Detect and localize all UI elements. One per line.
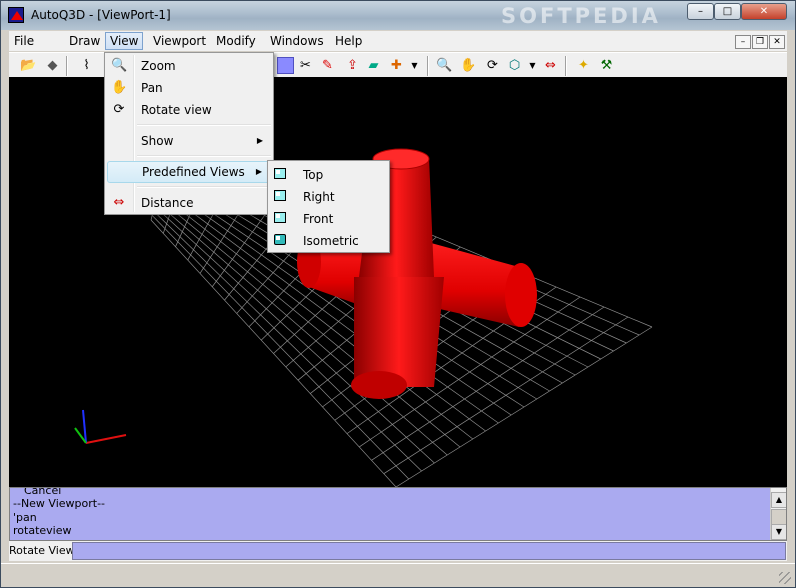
view-menu-dropdown: 🔍 Zoom ✋ Pan ⟳ Rotate view Show ▶ Predef… (104, 52, 274, 215)
submenu-item-label: Isometric (303, 234, 359, 248)
chevron-down-icon[interactable]: ▼ (406, 57, 423, 74)
menu-item-label: Show (141, 134, 174, 148)
distance-icon: ⇔ (113, 195, 125, 210)
toolbar-separator (427, 56, 429, 76)
cube-front-icon (274, 212, 288, 226)
submenu-item-front[interactable]: Front (270, 208, 387, 230)
command-prompt-bar: Rotate View: (9, 541, 787, 561)
right-arm-cap (505, 263, 537, 327)
menu-item-label: Rotate view (141, 103, 212, 117)
minimize-button[interactable]: – (687, 3, 714, 20)
submenu-item-label: Front (303, 212, 334, 226)
cube-top-icon (274, 168, 288, 182)
menu-help[interactable]: Help (331, 32, 366, 50)
watermark: SOFTPEDIA (501, 4, 661, 28)
transform-icon[interactable]: ✚ (388, 57, 405, 74)
mdi-restore-button[interactable]: ❐ (752, 35, 768, 49)
menu-item-label: Predefined Views (142, 165, 245, 179)
menu-item-show[interactable]: Show ▶ (107, 130, 271, 152)
menu-file[interactable]: File (10, 32, 38, 50)
history-line: 'pan (13, 511, 37, 524)
command-history[interactable]: Cancel --New Viewport-- 'pan rotateview … (9, 487, 787, 541)
menu-separator (137, 186, 271, 188)
menu-viewport[interactable]: Viewport (149, 32, 210, 50)
distance-icon[interactable]: ⇔ (542, 57, 559, 74)
color-swatch-icon[interactable] (277, 57, 294, 74)
menu-windows[interactable]: Windows (266, 32, 328, 50)
menu-item-label: Zoom (141, 59, 176, 73)
submenu-item-label: Top (303, 168, 324, 182)
app-logo-icon (8, 7, 24, 23)
menu-item-zoom[interactable]: 🔍 Zoom (107, 55, 271, 77)
predefined-views-submenu: Top Right Front Isometric (267, 160, 390, 253)
scissors-icon[interactable]: ✂ (297, 57, 314, 74)
menu-draw[interactable]: Draw (65, 32, 104, 50)
bottom-arm-cap (351, 371, 407, 399)
settings-icon[interactable]: ⚒ (598, 57, 615, 74)
mdi-controls: – ❐ ✕ (734, 33, 785, 49)
cube-isometric-icon (274, 234, 288, 248)
move-icon[interactable]: ⇪ (344, 57, 361, 74)
title-bar: AutoQ3D - [ViewPort-1] SOFTPEDIA – □ ✕ (1, 1, 795, 30)
zoom-icon[interactable]: 🔍 (436, 57, 453, 74)
cube-view-icon[interactable]: ⬡ (506, 57, 523, 74)
rotate-view-icon: ⟳ (113, 102, 125, 117)
menu-separator (137, 155, 271, 157)
menu-item-label: Pan (141, 81, 163, 95)
scroll-down-icon[interactable]: ▼ (771, 524, 786, 540)
pan-hand-icon[interactable]: ✋ (460, 57, 477, 74)
window-title: AutoQ3D - [ViewPort-1] (31, 8, 171, 22)
polyline-icon[interactable]: ⌇ (78, 57, 95, 74)
close-button[interactable]: ✕ (741, 3, 787, 20)
bottom-arm (354, 277, 444, 387)
submenu-arrow-icon: ▶ (256, 136, 263, 145)
command-input[interactable] (72, 542, 786, 560)
submenu-arrow-icon: ▶ (255, 167, 262, 176)
menu-item-rotate-view[interactable]: ⟳ Rotate view (107, 99, 271, 121)
submenu-item-top[interactable]: Top (270, 164, 387, 186)
resize-grip[interactable] (779, 572, 791, 584)
axis-gizmo (74, 409, 127, 444)
history-scrollbar[interactable]: ▲ ▼ (770, 488, 786, 540)
menu-bar: File Draw View Viewport Modify Windows H… (9, 31, 787, 51)
chevron-down-icon[interactable]: ▼ (524, 57, 541, 74)
submenu-item-label: Right (303, 190, 335, 204)
toolbar-separator (565, 56, 567, 76)
submenu-item-isometric[interactable]: Isometric (270, 230, 387, 252)
menu-item-distance[interactable]: ⇔ Distance (107, 192, 271, 214)
scroll-thumb[interactable] (771, 509, 786, 525)
marker-icon[interactable]: ✎ (319, 57, 336, 74)
maximize-button[interactable]: □ (714, 3, 741, 20)
open-icon[interactable]: 📂 (20, 57, 37, 74)
history-line: rotateview (13, 524, 72, 537)
menu-view[interactable]: View (105, 32, 144, 50)
menu-separator (137, 124, 271, 126)
toolbar-separator (66, 56, 68, 76)
mdi-minimize-button[interactable]: – (735, 35, 751, 49)
status-bar (1, 563, 795, 587)
scroll-up-icon[interactable]: ▲ (771, 492, 786, 508)
menu-item-label: Distance (141, 196, 194, 210)
menu-modify[interactable]: Modify (212, 32, 260, 50)
app-window: AutoQ3D - [ViewPort-1] SOFTPEDIA – □ ✕ F… (0, 0, 796, 588)
menu-item-predefined-views[interactable]: Predefined Views ▶ (107, 161, 271, 183)
cube-right-icon (274, 190, 288, 204)
menu-item-pan[interactable]: ✋ Pan (107, 77, 271, 99)
pan-hand-icon: ✋ (111, 80, 128, 95)
history-line: Cancel (24, 487, 62, 497)
history-line: --New Viewport-- (13, 497, 106, 510)
mdi-close-button[interactable]: ✕ (769, 35, 785, 49)
eraser-icon[interactable]: ◆ (44, 57, 61, 74)
new-viewport-icon[interactable]: ✦ (575, 57, 592, 74)
submenu-item-right[interactable]: Right (270, 186, 387, 208)
zoom-icon: 🔍 (111, 58, 128, 73)
rotate-view-icon[interactable]: ⟳ (484, 57, 501, 74)
prompt-label: Rotate View: (9, 544, 78, 557)
extrude-icon[interactable]: ▰ (365, 57, 382, 74)
